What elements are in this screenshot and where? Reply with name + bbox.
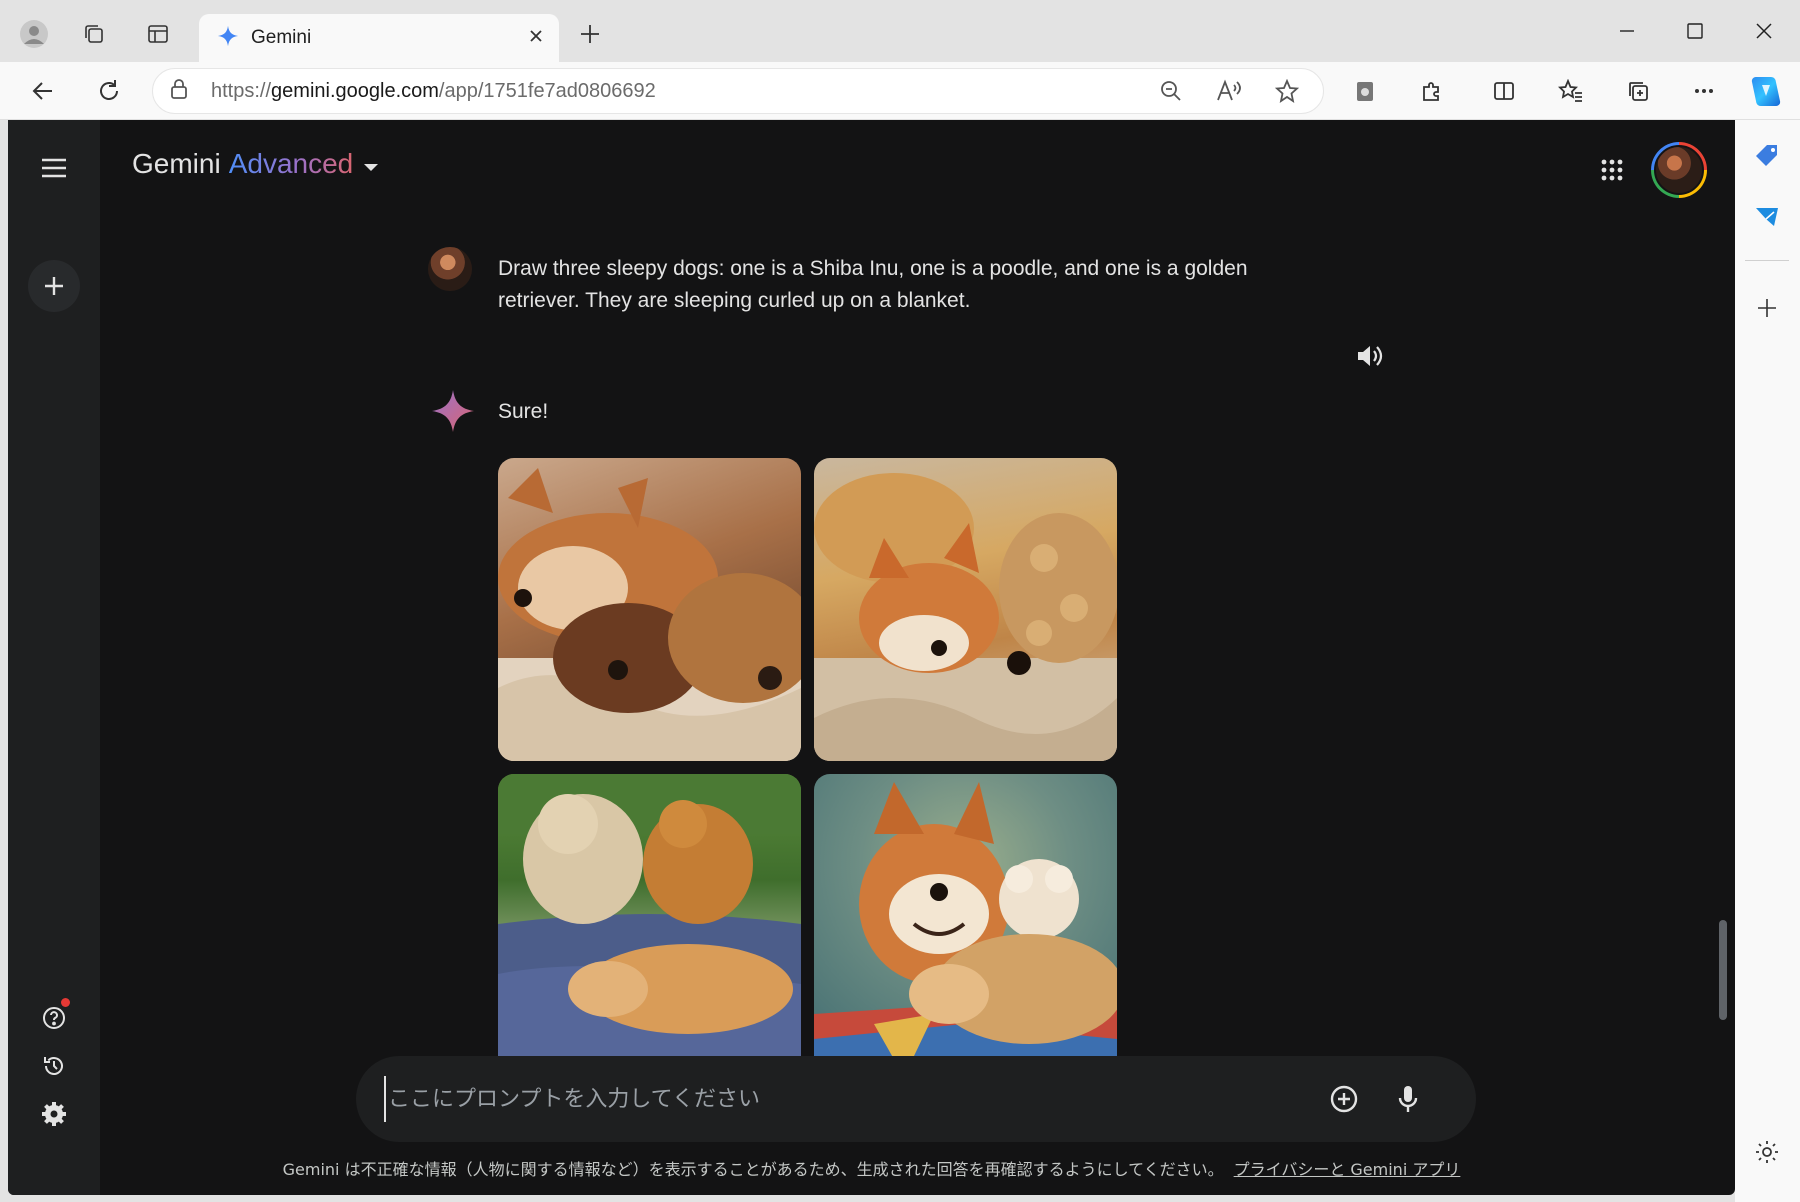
shopping-tag-icon[interactable] — [1745, 134, 1789, 178]
add-sidebar-app-icon[interactable] — [1745, 286, 1789, 330]
add-attachment-icon[interactable] — [1322, 1077, 1366, 1121]
extensions-puzzle-icon[interactable] — [1411, 70, 1453, 112]
scrollbar-thumb[interactable] — [1719, 920, 1727, 1020]
disclaimer: Gemini は不正確な情報（人物に関する情報など）を表示することがあるため、生… — [8, 1156, 1735, 1180]
speaker-icon[interactable] — [1350, 336, 1390, 376]
minimize-button[interactable] — [1600, 8, 1654, 54]
profile-icon[interactable] — [14, 14, 54, 54]
prompt-input[interactable] — [384, 1076, 1264, 1122]
close-tab-icon[interactable] — [527, 27, 545, 50]
chevron-down-icon — [363, 148, 379, 180]
maximize-button[interactable] — [1668, 8, 1722, 54]
url-text[interactable]: https://gemini.google.com/app/1751fe7ad0… — [211, 80, 1133, 103]
browser-toolbar: https://gemini.google.com/app/1751fe7ad0… — [0, 62, 1800, 120]
brand-name: Gemini — [132, 148, 221, 179]
refresh-button[interactable] — [88, 70, 130, 112]
user-message: Draw three sleepy dogs: one is a Shiba I… — [498, 257, 1248, 312]
split-screen-icon[interactable] — [1483, 70, 1525, 112]
gemini-page: Gemini Advanced Draw three sleepy dogs: … — [8, 120, 1735, 1195]
main-menu-button[interactable] — [28, 142, 80, 194]
edge-sidebar — [1735, 120, 1800, 1202]
back-button[interactable] — [22, 70, 64, 112]
collections-icon[interactable] — [1617, 70, 1659, 112]
sidebar-divider — [1745, 260, 1789, 261]
extension-icon[interactable] — [1344, 70, 1386, 112]
new-tab-button[interactable] — [570, 14, 610, 54]
workspaces-icon[interactable] — [74, 14, 114, 54]
tab-gemini[interactable]: Gemini — [199, 14, 559, 62]
gemini-tab-icon — [217, 25, 239, 52]
read-aloud-icon[interactable] — [1209, 71, 1249, 111]
prompt-bar — [356, 1056, 1476, 1142]
left-rail — [8, 120, 100, 1195]
lock-icon[interactable] — [169, 78, 189, 105]
sidebar-settings-icon[interactable] — [1745, 1130, 1789, 1174]
notification-dot — [61, 998, 70, 1007]
generated-image-2[interactable] — [814, 458, 1117, 761]
help-button[interactable] — [28, 992, 80, 1044]
generated-image-1[interactable] — [498, 458, 801, 761]
brand-tier: Advanced — [228, 148, 354, 179]
settings-button[interactable] — [28, 1088, 80, 1140]
title-bar: Gemini — [0, 0, 1800, 62]
reply-text: Sure! — [498, 400, 549, 423]
vertical-tabs-icon[interactable] — [138, 14, 178, 54]
more-menu-icon[interactable] — [1683, 70, 1725, 112]
user-avatar — [428, 247, 472, 291]
address-bar[interactable]: https://gemini.google.com/app/1751fe7ad0… — [152, 68, 1324, 114]
privacy-link[interactable]: プライバシーと Gemini アプリ — [1234, 1160, 1461, 1179]
microphone-icon[interactable] — [1386, 1077, 1430, 1121]
favorites-icon[interactable] — [1550, 70, 1592, 112]
copilot-icon[interactable] — [1745, 70, 1787, 112]
activity-button[interactable] — [28, 1040, 80, 1092]
favorite-star-icon[interactable] — [1267, 71, 1307, 111]
generated-image-3[interactable] — [498, 774, 801, 1077]
disclaimer-text: Gemini は不正確な情報（人物に関する情報など）を表示することがあるため、生… — [282, 1160, 1224, 1179]
gemini-model-switcher[interactable]: Gemini Advanced — [132, 148, 379, 180]
google-apps-icon[interactable] — [1590, 148, 1634, 192]
close-window-button[interactable] — [1737, 8, 1791, 54]
generated-image-4[interactable] — [814, 774, 1117, 1077]
zoom-out-icon[interactable] — [1151, 71, 1191, 111]
gemini-sparkle-icon — [430, 388, 476, 434]
telegram-icon[interactable] — [1745, 194, 1789, 238]
tab-title: Gemini — [251, 27, 312, 48]
new-chat-button[interactable] — [28, 260, 80, 312]
account-avatar[interactable] — [1651, 142, 1707, 198]
